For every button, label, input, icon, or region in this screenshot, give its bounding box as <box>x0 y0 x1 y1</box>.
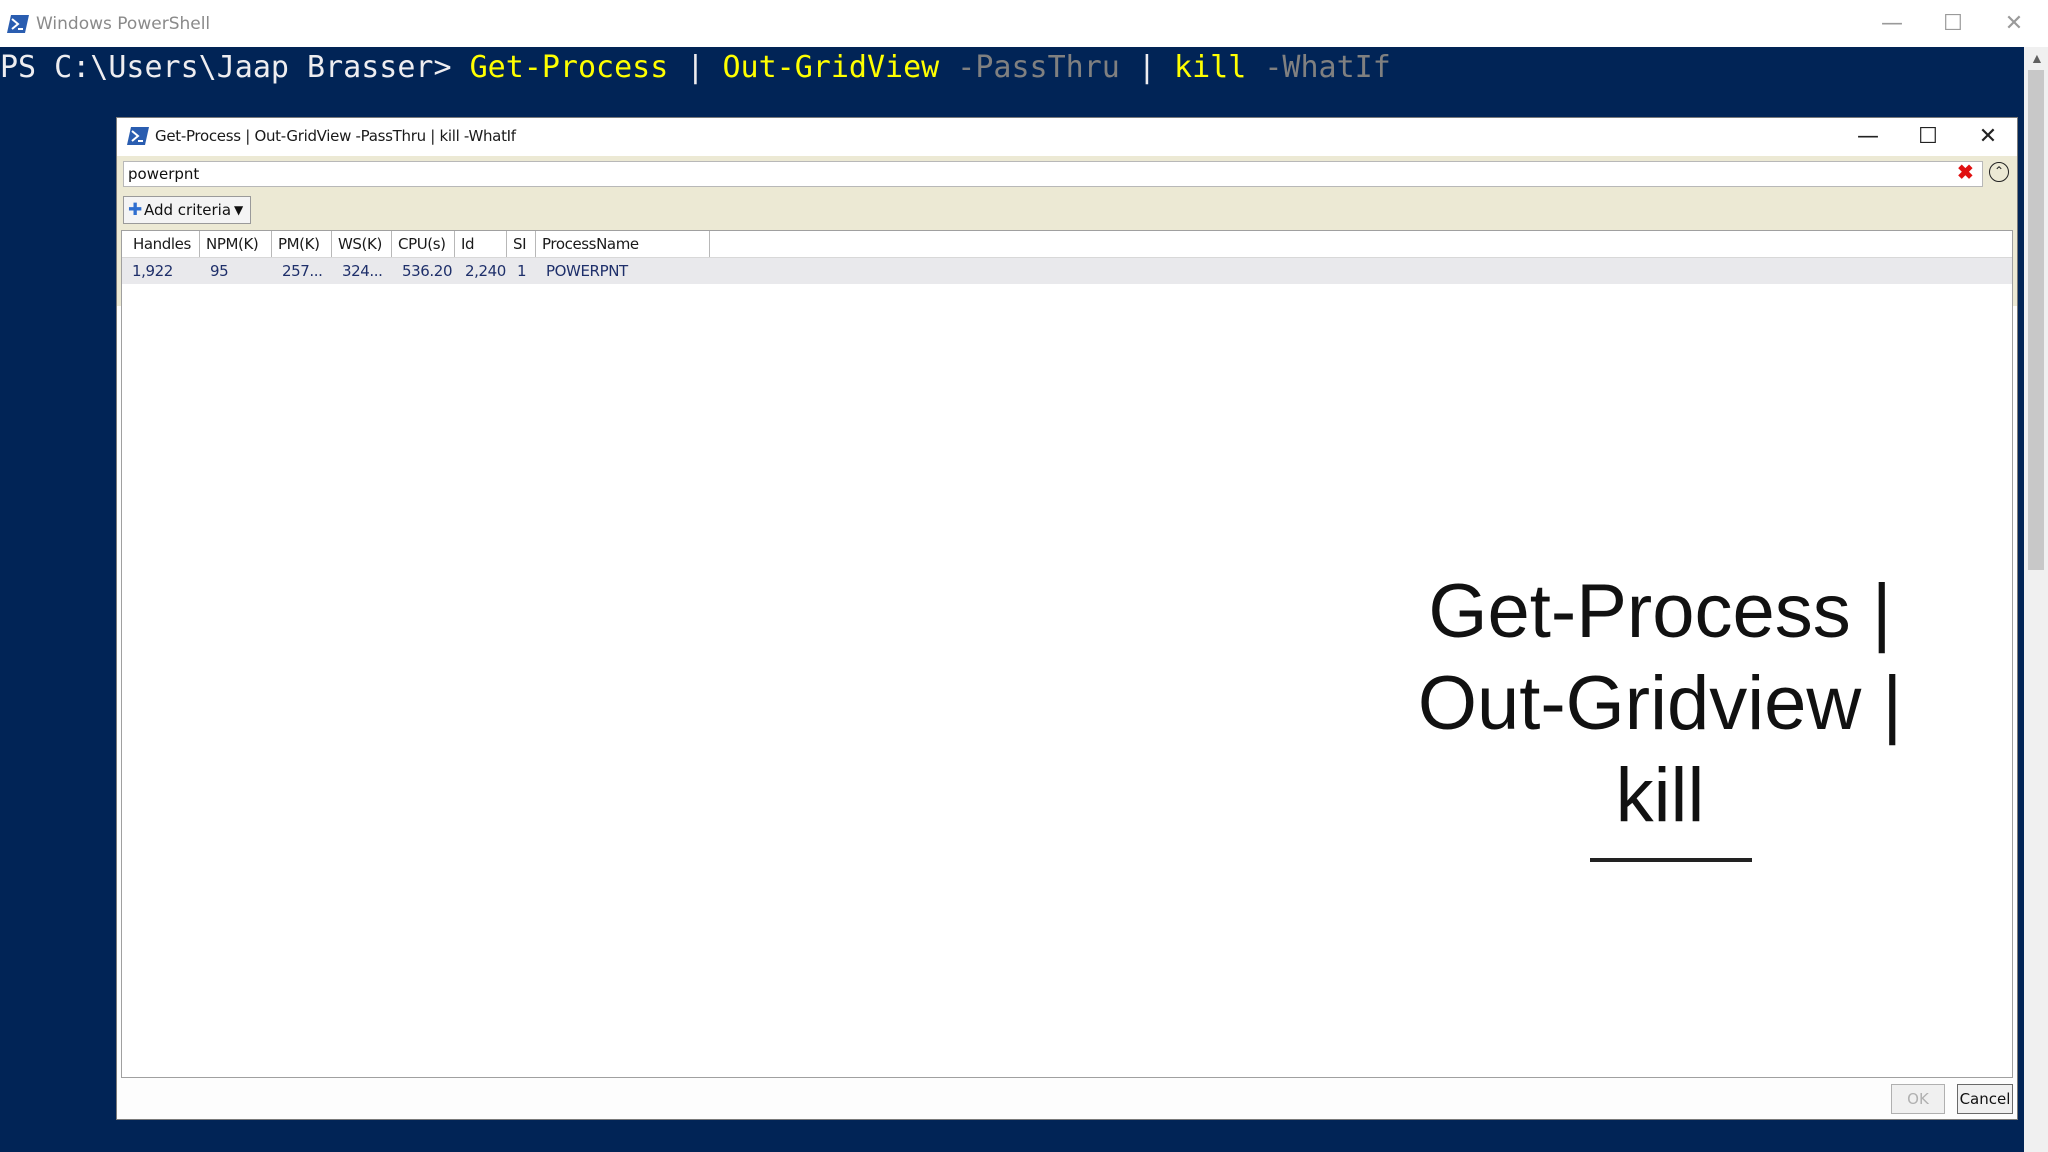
filter-search-input[interactable]: powerpnt <box>123 161 1983 187</box>
powershell-title: Windows PowerShell <box>36 14 211 34</box>
cell-si: 1 <box>517 262 527 280</box>
close-button[interactable]: ✕ <box>1994 10 2034 38</box>
column-header-id[interactable]: Id <box>455 231 507 257</box>
grid-header: Handles NPM(K) PM(K) WS(K) CPU(s) Id SI … <box>122 231 2012 258</box>
ok-button[interactable]: OK <box>1891 1084 1945 1114</box>
cell-handles: 1,922 <box>132 262 173 280</box>
overlay-line-2: Out-Gridview | <box>1417 661 1903 746</box>
command-token-plain: | <box>668 50 723 85</box>
overlay-line-3: kill <box>1615 753 1705 838</box>
powershell-icon <box>7 15 29 33</box>
gridview-titlebar: Get-Process | Out-GridView -PassThru | k… <box>117 118 2017 156</box>
column-header-handles[interactable]: Handles <box>122 231 200 257</box>
minimize-button[interactable]: — <box>1872 10 1912 38</box>
cell-id: 2,240 <box>465 262 506 280</box>
cell-ws: 324... <box>342 262 383 280</box>
console-command: Get-Process | Out-GridView -PassThru | k… <box>470 50 1391 85</box>
plus-icon: ✚ <box>128 200 143 220</box>
dropdown-arrow-icon: ▼ <box>234 203 244 217</box>
scrollbar-thumb[interactable] <box>2028 70 2044 570</box>
gridview-close-button[interactable]: ✕ <box>1963 122 2013 152</box>
table-row[interactable]: 1,922 95 257... 324... 536.20 2,240 1 PO… <box>122 258 2012 284</box>
column-header-npm[interactable]: NPM(K) <box>200 231 272 257</box>
gridview-title: Get-Process | Out-GridView -PassThru | k… <box>155 127 516 145</box>
scroll-up-icon[interactable]: ▲ <box>2030 50 2044 66</box>
cell-npm: 95 <box>210 262 229 280</box>
command-token-param: -WhatIf <box>1246 50 1391 85</box>
overlay-caption: Get-Process | Out-Gridview | kill <box>1360 566 1960 842</box>
column-header-ws[interactable]: WS(K) <box>332 231 392 257</box>
overlay-line-1: Get-Process | <box>1428 569 1892 654</box>
powershell-icon <box>127 127 149 145</box>
console-prompt: PS C:\Users\Jaap Brasser> <box>0 50 470 85</box>
cancel-button[interactable]: Cancel <box>1957 1084 2013 1114</box>
command-token-param: -PassThru <box>939 50 1120 85</box>
clear-filter-icon[interactable]: ✖ <box>1957 160 1974 185</box>
command-token-cmd: kill <box>1174 50 1247 85</box>
add-criteria-label: Add criteria <box>144 201 232 219</box>
column-header-processname[interactable]: ProcessName <box>536 231 710 257</box>
cell-processname: POWERPNT <box>546 262 628 280</box>
gridview-maximize-button[interactable]: ☐ <box>1903 122 1953 152</box>
column-header-si[interactable]: SI <box>507 231 536 257</box>
add-criteria-button[interactable]: ✚ Add criteria ▼ <box>123 196 251 224</box>
command-token-cmd: Out-GridView <box>722 50 940 85</box>
powershell-titlebar: Windows PowerShell — ☐ ✕ <box>0 0 2048 47</box>
gridview-minimize-button[interactable]: — <box>1843 122 1893 152</box>
maximize-button[interactable]: ☐ <box>1933 10 1973 38</box>
collapse-filter-icon[interactable]: ⌃ <box>1989 162 2009 182</box>
column-header-pm[interactable]: PM(K) <box>272 231 332 257</box>
overlay-underline <box>1590 858 1752 862</box>
console-command-line: PS C:\Users\Jaap Brasser> Get-Process | … <box>0 48 1391 88</box>
command-token-cmd: Get-Process <box>469 50 669 85</box>
cell-cpu: 536.20 <box>402 262 453 280</box>
column-header-cpu[interactable]: CPU(s) <box>392 231 455 257</box>
command-token-plain: | <box>1119 50 1175 85</box>
cell-pm: 257... <box>282 262 323 280</box>
